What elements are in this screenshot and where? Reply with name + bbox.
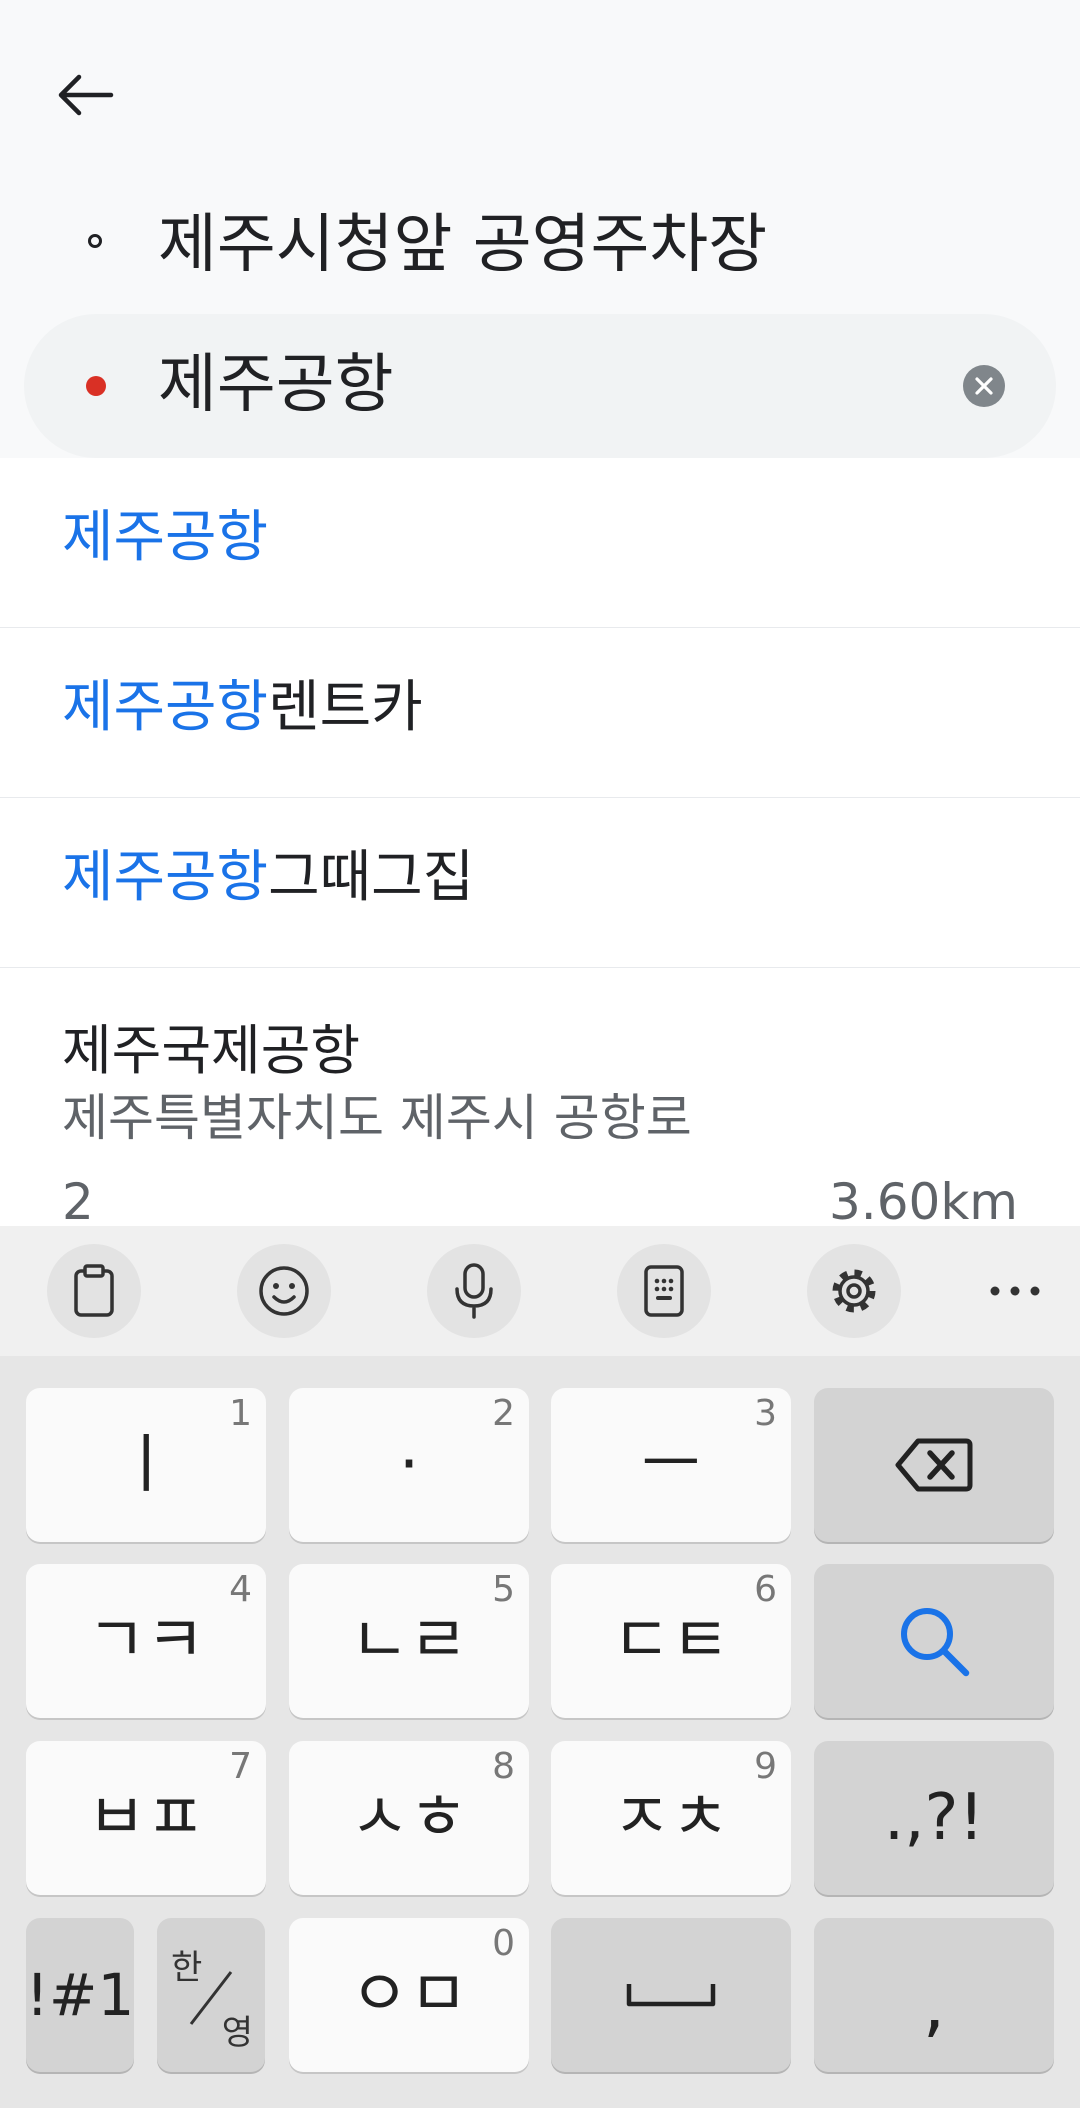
key-number: 6 bbox=[754, 1569, 777, 1610]
suggestion-rest: 그때그집 bbox=[268, 845, 475, 910]
punctuation-key[interactable]: .,?! bbox=[814, 1741, 1054, 1895]
origin-marker-icon bbox=[88, 234, 102, 248]
key-label: ㅡ bbox=[641, 1428, 701, 1502]
keypad-icon bbox=[644, 1265, 684, 1317]
key-giyeok[interactable]: 4 ㄱㅋ bbox=[26, 1564, 266, 1718]
arrow-left-icon bbox=[58, 74, 114, 116]
suggestion-item[interactable]: 제주공항그때그집 bbox=[0, 798, 1080, 968]
search-icon bbox=[901, 1608, 970, 1677]
clipboard-icon bbox=[74, 1264, 114, 1317]
key-label: ㅣ bbox=[116, 1428, 176, 1502]
settings-icon bbox=[832, 1269, 876, 1313]
suggestion-rest: 렌트카 bbox=[268, 675, 423, 740]
key-label: !#1 bbox=[25, 1961, 135, 2029]
voice-input-button[interactable] bbox=[427, 1244, 521, 1338]
destination-marker-icon bbox=[86, 376, 106, 396]
backspace-icon bbox=[895, 1438, 973, 1492]
backspace-key[interactable] bbox=[814, 1388, 1054, 1542]
clear-button[interactable] bbox=[963, 365, 1005, 407]
space-icon bbox=[626, 1984, 716, 2007]
back-button[interactable] bbox=[40, 50, 130, 140]
lang-secondary-label: 영 bbox=[221, 2013, 253, 2053]
space-key[interactable] bbox=[551, 1918, 791, 2072]
key-label: ㄱㅋ bbox=[87, 1604, 205, 1678]
comma-key[interactable]: , bbox=[814, 1918, 1054, 2072]
key-number: 8 bbox=[492, 1746, 515, 1787]
key-label: · bbox=[398, 1428, 420, 1502]
emoji-button[interactable] bbox=[237, 1244, 331, 1338]
key-digeut[interactable]: 6 ㄷㅌ bbox=[551, 1564, 791, 1718]
clipboard-button[interactable] bbox=[47, 1244, 141, 1338]
key-number: 5 bbox=[492, 1569, 515, 1610]
suggestion-item[interactable]: 제주공항 bbox=[0, 458, 1080, 628]
key-number: 0 bbox=[492, 1923, 515, 1964]
key-number: 1 bbox=[229, 1393, 252, 1434]
key-siot[interactable]: 8 ㅅㅎ bbox=[289, 1741, 529, 1895]
search-key[interactable] bbox=[814, 1564, 1054, 1718]
place-name: 제주국제공항 bbox=[62, 1019, 361, 1082]
settings-button[interactable] bbox=[807, 1244, 901, 1338]
origin-field[interactable]: 제주시청앞 공영주차장 bbox=[158, 200, 767, 290]
key-nieun[interactable]: 5 ㄴㄹ bbox=[289, 1564, 529, 1718]
key-i[interactable]: 1 ㅣ bbox=[26, 1388, 266, 1542]
keyboard-toolbar bbox=[0, 1226, 1080, 1356]
suggestion-label: 제주공항렌트카 bbox=[62, 668, 423, 748]
key-number: 7 bbox=[229, 1746, 252, 1787]
key-ieung[interactable]: 0 ㅇㅁ bbox=[289, 1918, 529, 2072]
key-label: ㄴㄹ bbox=[350, 1604, 468, 1678]
key-label: ㅈㅊ bbox=[612, 1781, 730, 1855]
key-number: 4 bbox=[229, 1569, 252, 1610]
key-label: ㄷㅌ bbox=[612, 1604, 730, 1678]
suggestion-match: 제주공항 bbox=[62, 505, 269, 570]
key-label: , bbox=[922, 1964, 946, 2046]
key-label: ㅅㅎ bbox=[350, 1781, 468, 1855]
symbols-key[interactable]: !#1 bbox=[26, 1918, 134, 2072]
key-number: 2 bbox=[492, 1393, 515, 1434]
key-label: .,?! bbox=[883, 1781, 985, 1855]
suggestion-item[interactable]: 제주공항렌트카 bbox=[0, 628, 1080, 798]
key-number: 3 bbox=[754, 1393, 777, 1434]
key-jieut[interactable]: 9 ㅈㅊ bbox=[551, 1741, 791, 1895]
emoji-icon bbox=[259, 1266, 309, 1316]
key-label: ㅇㅁ bbox=[350, 1958, 468, 2032]
more-icon bbox=[990, 1286, 1040, 1296]
key-bieup[interactable]: 7 ㅂㅍ bbox=[26, 1741, 266, 1895]
key-eu[interactable]: 3 ㅡ bbox=[551, 1388, 791, 1542]
keypad-button[interactable] bbox=[617, 1244, 711, 1338]
suggestion-label: 제주공항그때그집 bbox=[62, 838, 474, 918]
more-button[interactable] bbox=[968, 1244, 1062, 1338]
close-icon bbox=[975, 377, 993, 395]
key-number: 9 bbox=[754, 1746, 777, 1787]
destination-input[interactable] bbox=[158, 340, 938, 430]
suggestion-label: 제주공항 bbox=[62, 498, 268, 578]
microphone-icon bbox=[455, 1263, 493, 1319]
place-address: 제주특별자치도 제주시 공항로 bbox=[62, 1089, 692, 1147]
suggestion-match: 제주공항 bbox=[62, 845, 269, 910]
language-switch-key[interactable]: 한 영 bbox=[157, 1918, 265, 2072]
suggestion-match: 제주공항 bbox=[62, 675, 269, 740]
key-dot[interactable]: 2 · bbox=[289, 1388, 529, 1542]
key-label: ㅂㅍ bbox=[87, 1781, 205, 1855]
